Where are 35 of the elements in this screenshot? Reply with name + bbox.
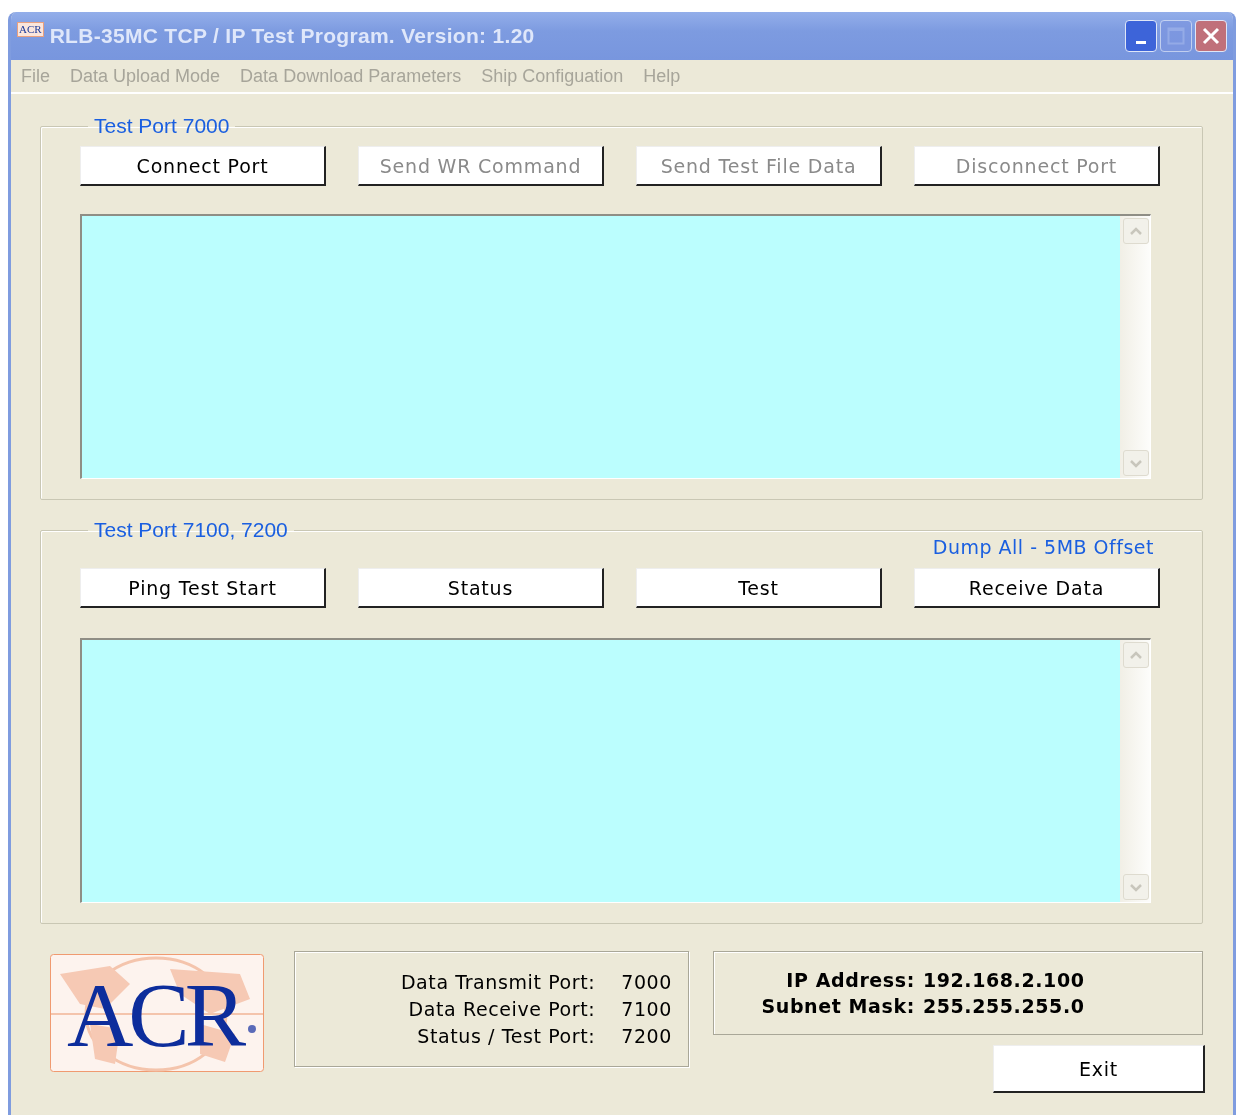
port-value: 7000 xyxy=(621,971,672,993)
network-value: 255.255.255.0 xyxy=(922,995,1085,1017)
port-value: 7200 xyxy=(621,1025,672,1047)
note-label: Dump All - 5MB Offset xyxy=(932,536,1154,558)
maximize-icon xyxy=(1167,27,1185,45)
port-label: Data Receive Port: xyxy=(407,998,596,1020)
window-title: RLB-35MC TCP / IP Test Program. Version: 1.20 xyxy=(49,24,536,48)
action-button[interactable]: Status xyxy=(358,568,604,608)
exit-button[interactable]: Exit xyxy=(993,1045,1205,1093)
network-label: IP Address: xyxy=(785,969,915,991)
port-label: Data Transmit Port: xyxy=(399,971,596,993)
port-value: 7100 xyxy=(621,998,672,1020)
scroll-up-icon[interactable] xyxy=(1123,218,1149,244)
scrollbar[interactable] xyxy=(1120,216,1150,478)
close-button[interactable] xyxy=(1195,20,1227,52)
action-button[interactable]: Receive Data xyxy=(914,568,1160,608)
network-value: 192.168.2.100 xyxy=(922,969,1085,991)
group-title: Test Port 7100, 7200 xyxy=(93,518,289,542)
minimize-icon xyxy=(1136,40,1146,44)
company-logo: ACR xyxy=(50,954,264,1072)
scroll-up-icon[interactable] xyxy=(1123,642,1149,668)
port-label: Status / Test Port: xyxy=(416,1025,596,1047)
log-textarea[interactable] xyxy=(80,638,1151,903)
scroll-down-icon[interactable] xyxy=(1123,874,1149,900)
app-icon: ACR xyxy=(17,21,44,37)
group-title: Test Port 7000 xyxy=(93,114,231,138)
scroll-down-icon[interactable] xyxy=(1123,450,1149,476)
minimize-button[interactable] xyxy=(1125,20,1157,52)
action-button[interactable]: Ping Test Start xyxy=(80,568,326,608)
scrollbar[interactable] xyxy=(1120,640,1150,902)
close-icon xyxy=(1202,27,1220,45)
action-button[interactable]: Test xyxy=(636,568,882,608)
network-label: Subnet Mask: xyxy=(761,995,915,1017)
action-button[interactable]: Connect Port xyxy=(80,146,326,186)
log-textarea[interactable] xyxy=(80,214,1151,479)
